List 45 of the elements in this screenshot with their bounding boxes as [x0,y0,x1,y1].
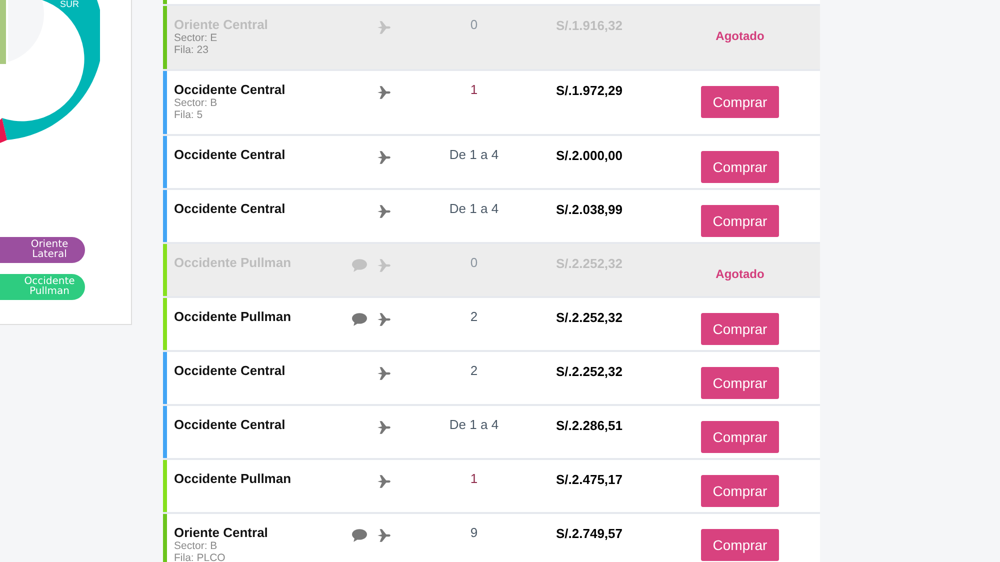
legend-pill: Occidente Pullman [0,274,85,300]
price-text: S/.2.000,00 [556,147,624,163]
price-text: S/.2.749,57 [556,525,624,541]
buy-button[interactable]: Comprar [701,313,779,345]
quantity-text: 1 [469,470,479,486]
row-label: Fila: 23 [174,44,210,56]
sold-out-label: Agotado [716,266,764,281]
price-text: S/.1.972,29 [556,82,624,98]
quantity-text: 0 [469,16,479,32]
buy-button[interactable]: Comprar [701,529,779,561]
quantity-text: 0 [469,254,479,270]
price-text: S/.2.286,51 [556,417,624,433]
quantity-text: De 1 a 4 [448,416,500,432]
price-text: S/.2.038,99 [556,201,624,217]
zone-name: Occidente Central [174,201,286,216]
row-label: Fila: 5 [174,109,204,121]
zone-name: Occidente Central [174,417,286,432]
zone-name: Occidente Pullman [174,309,292,324]
sold-out-label: Agotado [716,28,764,43]
zone-name: Occidente Central [174,147,286,162]
quantity-text: 2 [469,308,479,324]
quantity-text: 2 [469,362,479,378]
chart-label: SUR [60,0,80,9]
quantity-text: 9 [469,524,479,540]
price-text: S/.2.252,32 [556,363,624,379]
buy-button[interactable]: Comprar [701,205,779,237]
zone-name: Occidente Pullman [174,471,292,486]
buy-button[interactable]: Comprar [701,151,779,183]
buy-button[interactable]: Comprar [701,367,779,399]
quantity-text: De 1 a 4 [448,146,500,162]
quantity-text: 1 [469,81,479,97]
buy-button[interactable]: Comprar [701,475,779,507]
legend-pill: Oriente Lateral [0,237,85,263]
buy-button[interactable]: Comprar [701,421,779,453]
sector-label: Sector: B [174,97,218,109]
quantity-text: De 1 a 4 [448,200,500,216]
buy-button[interactable]: Comprar [701,86,779,118]
zone-name: Oriente Central [174,525,269,540]
price-text: S/.2.475,17 [556,471,624,487]
zone-name: Occidente Central [174,363,286,378]
zone-name: Occidente Central [174,82,286,97]
sector-label: Sector: B [174,540,218,552]
row-label: Fila: PLCO [174,552,226,562]
price-text: S/.2.252,32 [556,309,624,325]
sector-label: Sector: E [174,32,218,44]
